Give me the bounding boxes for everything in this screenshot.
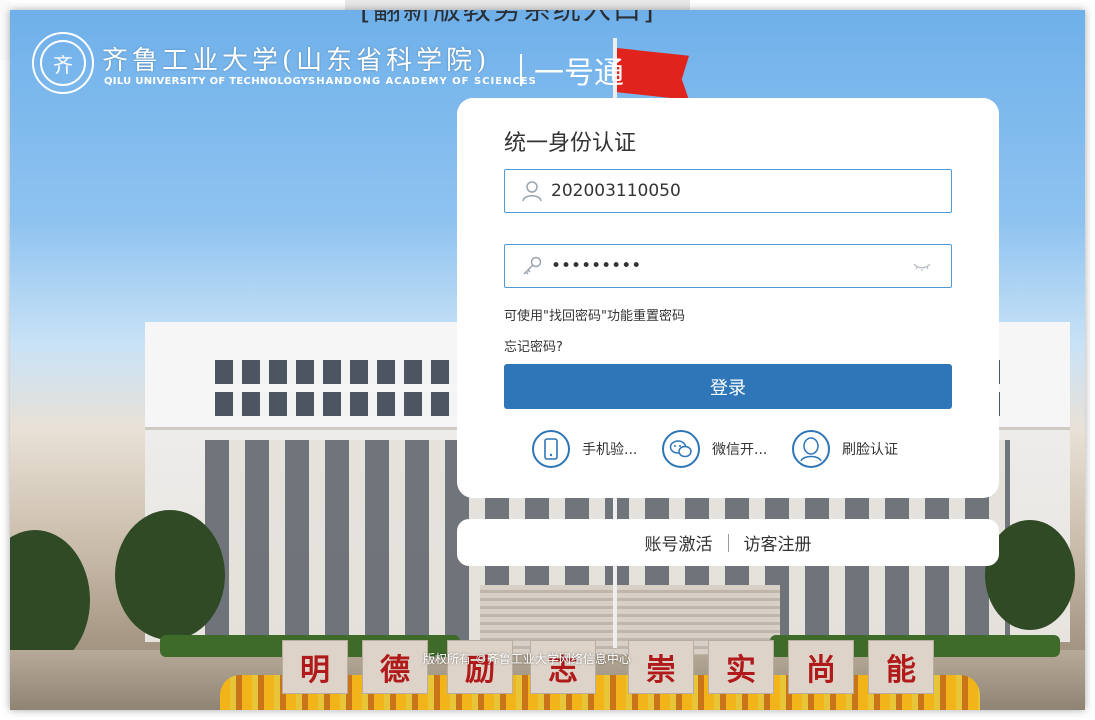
wechat-login-label: 微信开...: [712, 442, 768, 458]
face-auth-button[interactable]: 刷脸认证: [792, 428, 898, 470]
motto-stone: 志: [530, 640, 596, 694]
login-title: 统一身份认证: [504, 131, 637, 156]
visitor-register-link[interactable]: 访客注册: [744, 530, 812, 555]
motto-stone: 尚: [788, 640, 854, 694]
face-icon: [792, 430, 830, 468]
username-input[interactable]: [551, 170, 891, 212]
wechat-login-button[interactable]: 微信开...: [662, 428, 767, 470]
tree: [115, 510, 225, 640]
phone-icon: [532, 430, 570, 468]
password-field[interactable]: [504, 244, 952, 288]
eye-closed-icon[interactable]: [913, 259, 931, 273]
motto-stone: 德: [362, 640, 428, 694]
login-card: 统一身份认证 可使用"找回密码"功能重置密码 忘记密码? 登录 手机验... 微…: [457, 98, 999, 498]
tree: [10, 530, 90, 670]
header-divider: [520, 54, 522, 86]
forgot-password-link[interactable]: 忘记密码?: [504, 336, 563, 355]
motto-stone: 励: [447, 640, 513, 694]
logo-glyph: 齐: [40, 40, 86, 86]
motto-stone: 崇: [628, 640, 694, 694]
school-name-cn: 齐鲁工业大学(山东省科学院): [102, 46, 491, 76]
motto-stone: 实: [708, 640, 774, 694]
account-links-bar: 账号激活 访客注册: [457, 519, 999, 566]
background-page-strip: [345, 0, 690, 10]
wechat-icon: [662, 430, 700, 468]
motto-stone: 能: [868, 640, 934, 694]
username-field[interactable]: [504, 169, 952, 213]
university-logo: 齐: [32, 32, 94, 94]
background-page-edge: [0, 0, 10, 60]
password-input[interactable]: [551, 245, 891, 287]
reset-password-hint: 可使用"找回密码"功能重置密码: [504, 309, 685, 324]
motto-stone: 明: [282, 640, 348, 694]
account-activate-link[interactable]: 账号激活: [645, 530, 713, 555]
phone-verify-button[interactable]: 手机验...: [532, 428, 637, 470]
flag: [617, 48, 689, 100]
copyright-text: 版权所有 ©齐鲁工业大学网络信息中心: [423, 652, 631, 666]
academy-name-en: SHANDONG ACADEMY OF SCIENCES: [308, 76, 537, 87]
link-divider: [727, 533, 729, 552]
user-icon: [522, 181, 542, 202]
school-name-en: QILU UNIVERSITY OF TECHNOLOGY: [104, 76, 309, 87]
key-icon: [523, 256, 542, 275]
face-auth-label: 刷脸认证: [842, 442, 898, 458]
phone-verify-label: 手机验...: [582, 442, 638, 458]
login-button[interactable]: 登录: [504, 364, 952, 409]
top-banner-text: [翻新版教务系统入口]: [360, 10, 656, 28]
one-pass-title: 一号通: [534, 56, 624, 91]
